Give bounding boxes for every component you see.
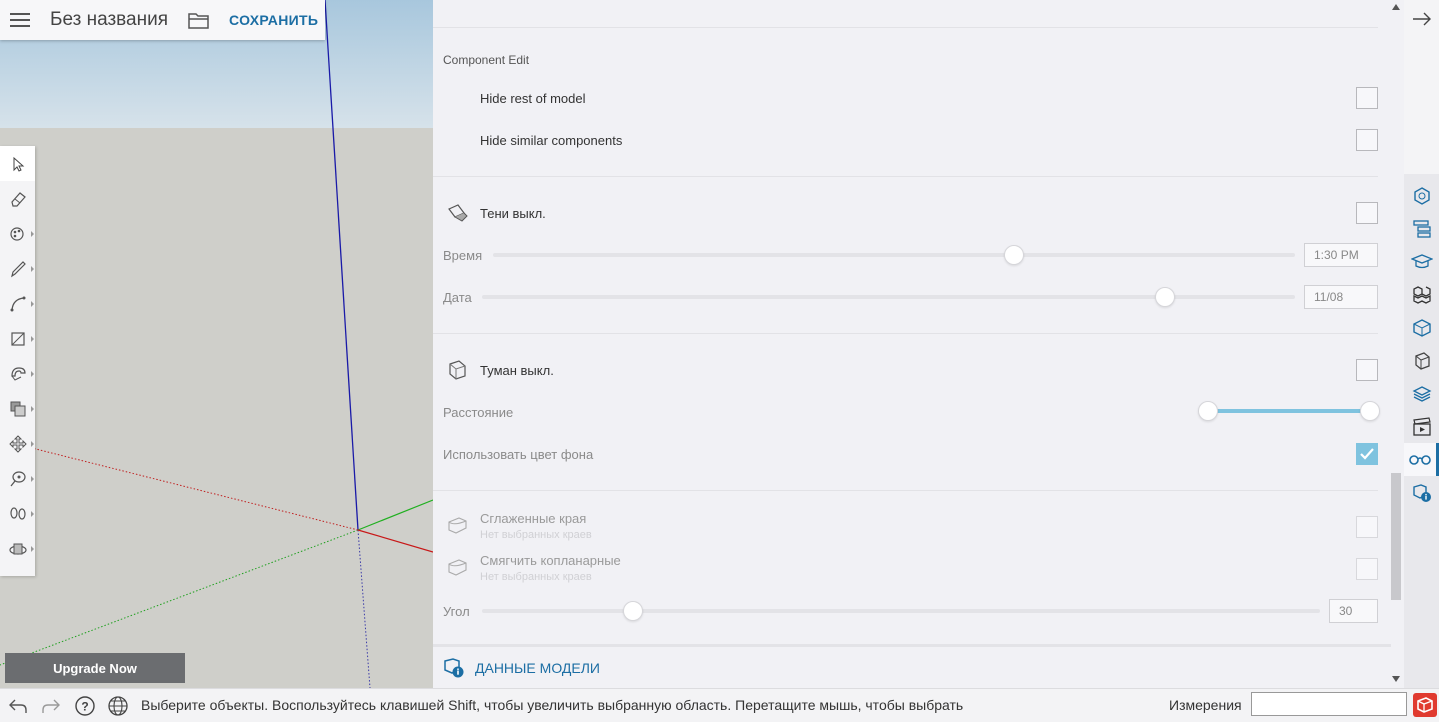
scenes-icon[interactable]	[1404, 410, 1439, 443]
shadows-checkbox[interactable]	[1356, 202, 1378, 224]
shadows-icon	[448, 204, 468, 222]
arc-tool-icon[interactable]	[0, 286, 35, 321]
distance-slider-start-thumb[interactable]	[1198, 401, 1218, 421]
scroll-up-arrow-icon[interactable]	[1392, 4, 1400, 10]
sketchup-logo-icon[interactable]	[1413, 693, 1437, 717]
tags-icon[interactable]	[1404, 377, 1439, 410]
hamburger-menu-icon[interactable]	[0, 0, 40, 40]
angle-slider-thumb[interactable]	[622, 601, 643, 621]
angle-label: Угол	[443, 604, 470, 619]
red-axis-negative	[0, 439, 359, 531]
globe-icon[interactable]	[106, 694, 130, 718]
time-slider-track[interactable]	[493, 253, 1295, 257]
entity-info-icon[interactable]	[1404, 179, 1439, 212]
tape-measure-tool-icon[interactable]	[0, 461, 35, 496]
hide-similar-components-label: Hide similar components	[480, 133, 623, 148]
green-axis	[357, 499, 433, 531]
panel-scrollbar[interactable]	[1388, 0, 1404, 688]
distance-label: Расстояние	[443, 405, 514, 420]
paint-bucket-tool-icon[interactable]	[0, 216, 35, 251]
measurements-input[interactable]	[1251, 692, 1407, 716]
top-bar: Без названия СОХРАНИТЬ	[0, 0, 325, 40]
smooth-edges-checkbox[interactable]	[1356, 516, 1378, 538]
date-label: Дата	[443, 290, 472, 305]
offset-tool-icon[interactable]	[0, 391, 35, 426]
time-label: Время	[443, 248, 483, 263]
component-edit-heading: Component Edit	[443, 53, 530, 67]
use-background-color-checkbox[interactable]	[1356, 443, 1378, 465]
smooth-edges-icon	[448, 517, 467, 534]
fog-checkbox[interactable]	[1356, 359, 1378, 381]
right-tray	[1404, 0, 1439, 688]
move-tool-icon[interactable]	[0, 426, 35, 461]
save-button[interactable]: СОХРАНИТЬ	[229, 12, 318, 28]
divider	[433, 333, 1378, 334]
tools-toolbar	[0, 146, 35, 576]
document-title[interactable]: Без названия	[50, 9, 168, 31]
measurements-label: Измерения	[1169, 697, 1242, 713]
model-data-section[interactable]: ДАННЫЕ МОДЕЛИ	[433, 644, 1391, 688]
folder-icon[interactable]	[186, 7, 212, 33]
footprints-tool-icon[interactable]	[0, 496, 35, 531]
hide-rest-of-model-label: Hide rest of model	[480, 91, 586, 106]
collapse-tray-arrow-icon[interactable]	[1404, 2, 1439, 35]
scroll-down-arrow-icon[interactable]	[1392, 676, 1400, 682]
time-slider-thumb[interactable]	[1004, 245, 1025, 265]
pencil-tool-icon[interactable]	[0, 251, 35, 286]
materials-icon[interactable]	[1404, 311, 1439, 344]
status-bar: ? Выберите объекты. Воспользуйтесь клави…	[0, 688, 1439, 722]
time-value[interactable]: 1:30 PM	[1304, 243, 1378, 267]
fog-icon	[449, 360, 466, 380]
blue-axis-negative	[357, 529, 371, 688]
3d-viewport[interactable]	[0, 0, 433, 688]
eraser-tool-icon[interactable]	[0, 181, 35, 216]
green-axis-negative	[0, 529, 359, 666]
soften-coplanar-icon	[448, 559, 467, 576]
fog-label: Туман выкл.	[480, 363, 554, 378]
hide-rest-of-model-checkbox[interactable]	[1356, 87, 1378, 109]
redo-icon[interactable]	[39, 694, 63, 718]
blue-axis	[324, 0, 359, 531]
undo-icon[interactable]	[6, 694, 30, 718]
model-info-icon	[444, 657, 464, 677]
outliner-icon[interactable]	[1404, 212, 1439, 245]
checkmark-icon	[1360, 448, 1374, 460]
divider	[433, 176, 1378, 177]
divider	[433, 490, 1378, 491]
select-tool-icon[interactable]	[0, 146, 35, 181]
components-icon[interactable]	[1404, 278, 1439, 311]
divider	[433, 27, 1378, 28]
model-info-tray-icon[interactable]	[1404, 476, 1439, 509]
hide-similar-components-checkbox[interactable]	[1356, 129, 1378, 151]
push-pull-tool-icon[interactable]	[0, 356, 35, 391]
instructor-icon[interactable]	[1404, 245, 1439, 278]
scrollbar-thumb[interactable]	[1391, 473, 1401, 600]
rectangle-tool-icon[interactable]	[0, 321, 35, 356]
distance-slider-end-thumb[interactable]	[1360, 401, 1380, 421]
soften-coplanar-sublabel: Нет выбранных краев	[480, 571, 592, 583]
angle-slider-track[interactable]	[482, 609, 1320, 613]
use-background-color-label: Использовать цвет фона	[443, 447, 594, 462]
status-message: Выберите объекты. Воспользуйтесь клавише…	[141, 697, 964, 713]
help-icon[interactable]: ?	[73, 694, 97, 718]
orbit-tool-icon[interactable]	[0, 531, 35, 566]
axes	[0, 0, 433, 688]
display-panel: Component Edit Hide rest of model Hide s…	[433, 0, 1404, 688]
smooth-edges-label: Сглаженные края	[480, 511, 587, 526]
display-glasses-icon[interactable]	[1404, 443, 1439, 476]
distance-slider-range[interactable]	[1208, 409, 1370, 413]
smooth-edges-sublabel: Нет выбранных краев	[480, 529, 592, 541]
red-axis	[357, 529, 433, 553]
svg-text:?: ?	[81, 700, 88, 714]
upgrade-now-button[interactable]: Upgrade Now	[5, 653, 185, 683]
date-value[interactable]: 11/08	[1304, 285, 1378, 309]
angle-value[interactable]: 30	[1329, 599, 1378, 623]
soften-coplanar-label: Смягчить копланарные	[480, 553, 621, 568]
model-data-label: ДАННЫЕ МОДЕЛИ	[475, 659, 600, 676]
date-slider-thumb[interactable]	[1154, 287, 1175, 307]
shadows-label: Тени выкл.	[480, 206, 546, 221]
styles-icon[interactable]	[1404, 344, 1439, 377]
soften-coplanar-checkbox[interactable]	[1356, 558, 1378, 580]
